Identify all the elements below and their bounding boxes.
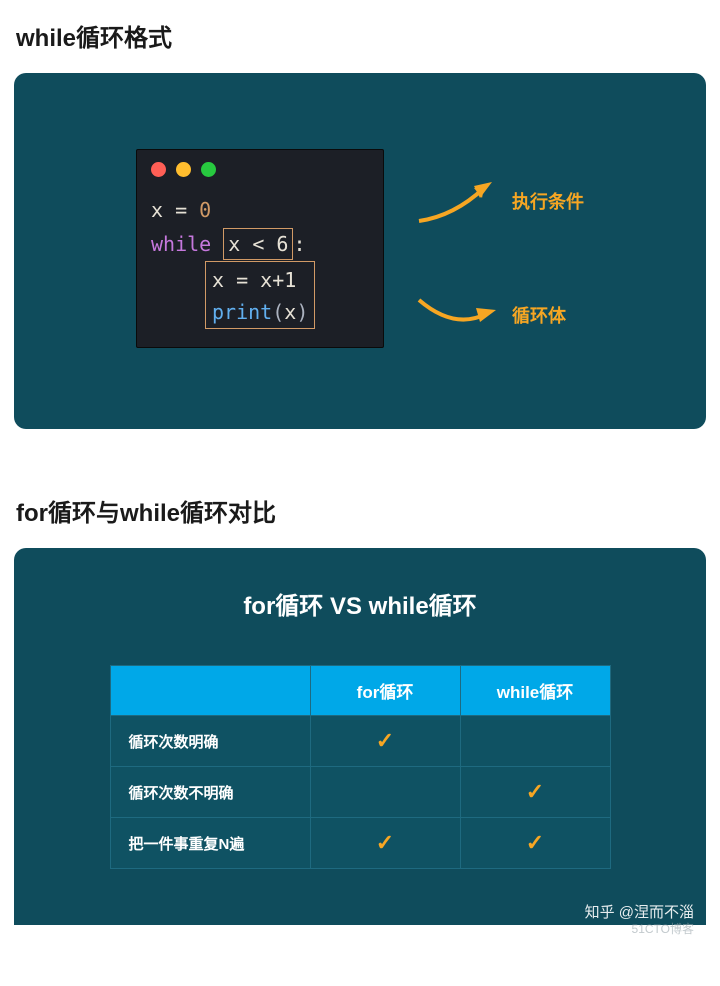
check-icon: ✓ <box>526 779 544 804</box>
table-header-while: while循环 <box>460 666 610 716</box>
table-row: 循环次数明确 ✓ <box>110 716 610 767</box>
table-header-row: for循环 while循环 <box>110 666 610 716</box>
code-num: 0 <box>199 198 211 222</box>
check-icon: ✓ <box>526 830 544 855</box>
label-body: 循环体 <box>512 302 566 328</box>
watermark-sub: 51CTO博客 <box>0 920 694 937</box>
code-window: x = 0 while x < 6: x = x+1 print(x) <box>136 149 384 348</box>
comparison-table: for循环 while循环 循环次数明确 ✓ 循环次数不明确 ✓ 把一件事重复N… <box>110 665 611 869</box>
code-paren-open: ( <box>272 300 284 324</box>
table-header-empty <box>110 666 310 716</box>
section2-title: for循环与while循环对比 <box>0 475 720 548</box>
section1-title: while循环格式 <box>0 0 720 73</box>
code-body-line1: x = x+1 <box>212 268 296 292</box>
label-condition: 执行条件 <box>512 188 584 214</box>
label-body-row: 循环体 <box>414 290 584 340</box>
cell-while: ✓ <box>460 767 610 818</box>
code-var: x <box>151 198 163 222</box>
code-condition: x < 6 <box>228 232 288 256</box>
code-body-wrap: x = x+1 print(x) <box>151 261 369 329</box>
cell-for: ✓ <box>310 716 460 767</box>
minimize-icon <box>176 162 191 177</box>
code-paren-close: ) <box>296 300 308 324</box>
code-op: = <box>163 198 199 222</box>
label-condition-row: 执行条件 <box>414 176 584 226</box>
watermark: 知乎 @涅而不淄 <box>0 901 694 922</box>
while-format-panel: x = 0 while x < 6: x = x+1 print(x) <box>14 73 706 429</box>
body-box: x = x+1 print(x) <box>205 261 315 329</box>
annotation-labels: 执行条件 循环体 <box>414 176 584 340</box>
code-fn: print <box>212 300 272 324</box>
table-header-for: for循环 <box>310 666 460 716</box>
table-body: 循环次数明确 ✓ 循环次数不明确 ✓ 把一件事重复N遍 ✓ ✓ <box>110 716 610 869</box>
cell-for <box>310 767 460 818</box>
code-line-1: x = 0 <box>151 193 369 227</box>
condition-box: x < 6 <box>223 228 293 260</box>
code-stage: x = 0 while x < 6: x = x+1 print(x) <box>34 103 686 393</box>
comparison-panel: for循环 VS while循环 for循环 while循环 循环次数明确 ✓ … <box>14 548 706 925</box>
window-dots <box>151 162 369 177</box>
code-keyword: while <box>151 232 211 256</box>
close-icon <box>151 162 166 177</box>
check-icon: ✓ <box>376 830 394 855</box>
table-row: 循环次数不明确 ✓ <box>110 767 610 818</box>
cell-for: ✓ <box>310 818 460 869</box>
code-line-2: while x < 6: <box>151 227 369 261</box>
cell-while <box>460 716 610 767</box>
maximize-icon <box>201 162 216 177</box>
row-label: 循环次数明确 <box>110 716 310 767</box>
row-label: 循环次数不明确 <box>110 767 310 818</box>
arrow-icon <box>414 290 504 340</box>
code-block: x = 0 while x < 6: x = x+1 print(x) <box>151 193 369 329</box>
vs-title: for循环 VS while循环 <box>34 586 686 621</box>
arrow-icon <box>414 176 504 226</box>
check-icon: ✓ <box>376 728 394 753</box>
code-colon: : <box>293 232 305 256</box>
table-row: 把一件事重复N遍 ✓ ✓ <box>110 818 610 869</box>
cell-while: ✓ <box>460 818 610 869</box>
code-arg: x <box>284 300 296 324</box>
row-label: 把一件事重复N遍 <box>110 818 310 869</box>
